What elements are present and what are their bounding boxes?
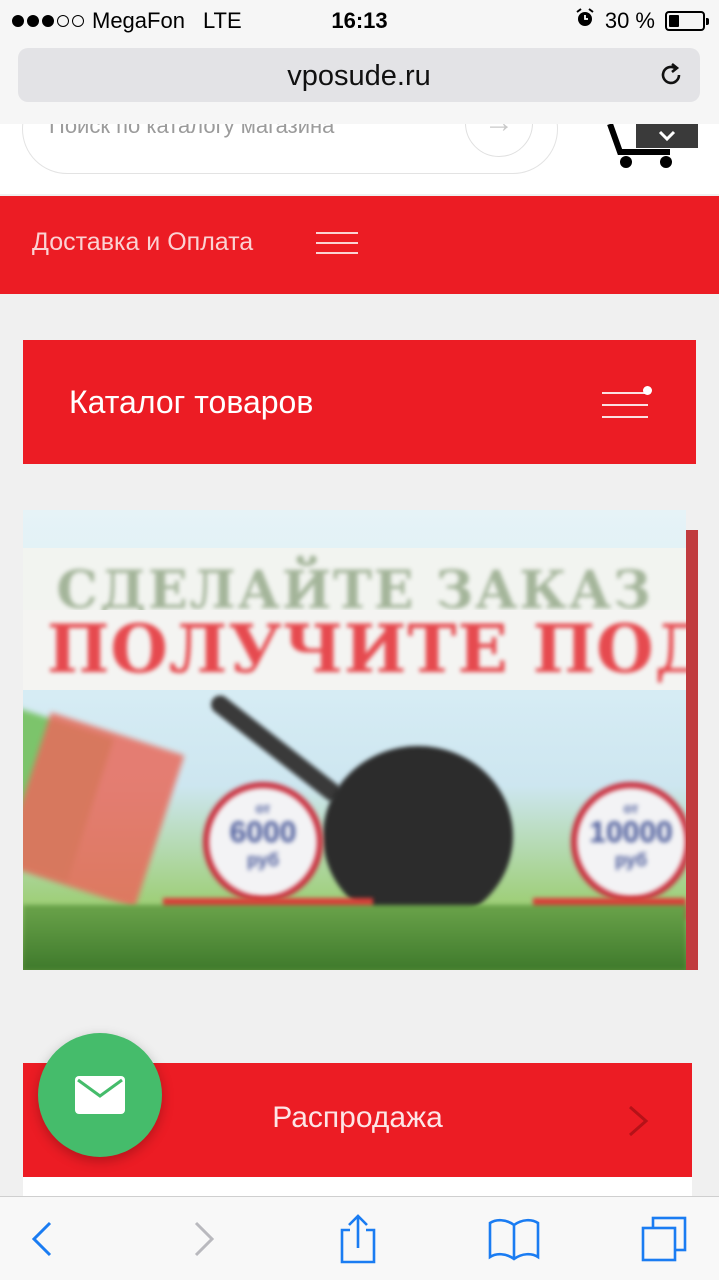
back-icon[interactable] xyxy=(14,1211,70,1267)
alarm-icon xyxy=(575,8,595,34)
notification-dot xyxy=(643,386,652,395)
status-bar: MegaFon LTE 16:13 30 % xyxy=(0,0,719,40)
banner-headline-2: ПОЛУЧИТЕ ПОДАРОК xyxy=(47,610,686,688)
cart-dropdown-toggle[interactable] xyxy=(636,124,698,148)
status-right: 30 % xyxy=(575,8,709,34)
arrow-right-icon: → xyxy=(484,124,514,140)
top-nav: Доставка и Оплата xyxy=(0,196,719,294)
catalog-title: Каталог товаров xyxy=(69,384,314,420)
catalog-button[interactable]: Каталог товаров xyxy=(23,340,696,464)
price-badge-6000: от 6000 руб xyxy=(203,782,323,902)
reload-icon[interactable] xyxy=(656,60,686,90)
price-badge-10000: от 10000 руб xyxy=(571,782,686,902)
search-row: Поиск по каталогу магазина → xyxy=(0,124,719,194)
mail-icon xyxy=(75,1076,125,1114)
promo-banner[interactable]: СДЕЛАЙТЕ ЗАКАЗ ПОЛУЧИТЕ ПОДАРОК от 6000 … xyxy=(23,510,686,970)
share-icon[interactable] xyxy=(330,1211,386,1267)
chevron-down-icon xyxy=(658,130,676,142)
battery-icon xyxy=(665,11,709,31)
forward-icon[interactable] xyxy=(176,1211,232,1267)
battery-percent: 30 % xyxy=(604,8,655,33)
browser-address-area: vposude.ru xyxy=(0,40,719,124)
search-input[interactable]: Поиск по каталогу магазина → xyxy=(22,124,558,174)
banner-grass xyxy=(23,905,686,970)
browser-toolbar xyxy=(0,1196,719,1280)
sale-content-edge xyxy=(23,1177,692,1197)
tabs-icon[interactable] xyxy=(636,1211,692,1267)
contact-mail-button[interactable] xyxy=(38,1033,162,1157)
catalog-menu-icon xyxy=(602,386,652,418)
search-submit-button[interactable]: → xyxy=(465,124,533,157)
delivery-payment-link[interactable]: Доставка и Оплата xyxy=(32,228,253,257)
bookmarks-icon[interactable] xyxy=(486,1211,542,1267)
battery-fill xyxy=(669,15,679,27)
url-text: vposude.ru xyxy=(287,60,431,92)
next-slide-edge xyxy=(686,530,698,970)
address-bar[interactable]: vposude.ru xyxy=(18,48,700,102)
chevron-right-icon xyxy=(626,1103,652,1139)
search-placeholder: Поиск по каталогу магазина xyxy=(49,124,335,138)
banner-card-red xyxy=(23,712,185,908)
menu-icon[interactable] xyxy=(316,232,358,254)
